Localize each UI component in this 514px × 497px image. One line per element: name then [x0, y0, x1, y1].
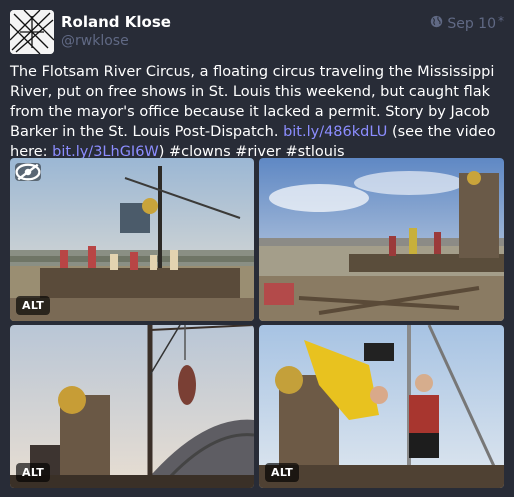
- alt-badge[interactable]: ALT: [16, 463, 51, 482]
- alt-badge[interactable]: ALT: [16, 296, 51, 315]
- status-content: The Flotsam River Circus, a floating cir…: [10, 62, 504, 162]
- globe-icon: [430, 15, 443, 32]
- story-link[interactable]: bit.ly/486kdLU: [283, 124, 387, 140]
- media-image-raft-circus[interactable]: ALT: [10, 158, 254, 321]
- eye-slash-icon[interactable]: [15, 163, 41, 181]
- status-card: Roland Klose @rwklose Sep 10 * The Flots…: [0, 0, 514, 497]
- media-gallery: ALT ALT ALT: [10, 158, 504, 488]
- media-image-hanging-acrobat[interactable]: ALT: [10, 325, 254, 488]
- display-name[interactable]: Roland Klose: [61, 13, 171, 31]
- account-handle[interactable]: @rwklose: [61, 33, 129, 49]
- status-meta: Sep 10 *: [430, 14, 504, 32]
- edited-indicator[interactable]: *: [498, 14, 504, 28]
- media-image-upside-down-clown[interactable]: ALT: [259, 325, 504, 488]
- alt-badge[interactable]: ALT: [265, 463, 300, 482]
- avatar[interactable]: [10, 10, 54, 54]
- avatar-image: [10, 10, 54, 54]
- media-image-shore-raft[interactable]: [259, 158, 504, 321]
- timestamp[interactable]: Sep 10: [447, 16, 496, 32]
